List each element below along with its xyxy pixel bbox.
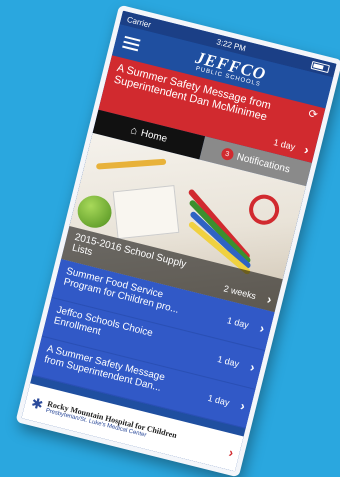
apple-image bbox=[74, 192, 115, 232]
chevron-right-icon: › bbox=[258, 320, 267, 337]
chevron-right-icon: › bbox=[265, 291, 274, 307]
list-item-time: 1 day bbox=[226, 315, 250, 331]
home-icon: ⌂ bbox=[129, 124, 139, 138]
alert-time: 1 day bbox=[272, 137, 297, 153]
list-item-time: 1 day bbox=[216, 353, 241, 370]
scissors-image bbox=[245, 191, 283, 228]
chevron-right-icon: › bbox=[302, 141, 311, 158]
refresh-icon[interactable]: ⟳ bbox=[307, 107, 319, 122]
notification-badge: 3 bbox=[219, 146, 235, 162]
battery-icon bbox=[310, 60, 330, 74]
hospital-logo-icon: ✱ bbox=[29, 393, 46, 413]
tab-home-label: Home bbox=[139, 127, 169, 145]
chevron-right-icon: › bbox=[248, 359, 257, 375]
chevron-right-icon: › bbox=[238, 398, 247, 414]
notebook-image bbox=[112, 185, 180, 240]
hero-time: 2 weeks bbox=[222, 283, 258, 302]
pencil-image bbox=[96, 158, 167, 170]
list-item-time: 1 day bbox=[206, 392, 231, 408]
phone-screen: Carrier 3:22 PM JEFFCO PUBLIC SCHOOLS A … bbox=[15, 4, 340, 477]
